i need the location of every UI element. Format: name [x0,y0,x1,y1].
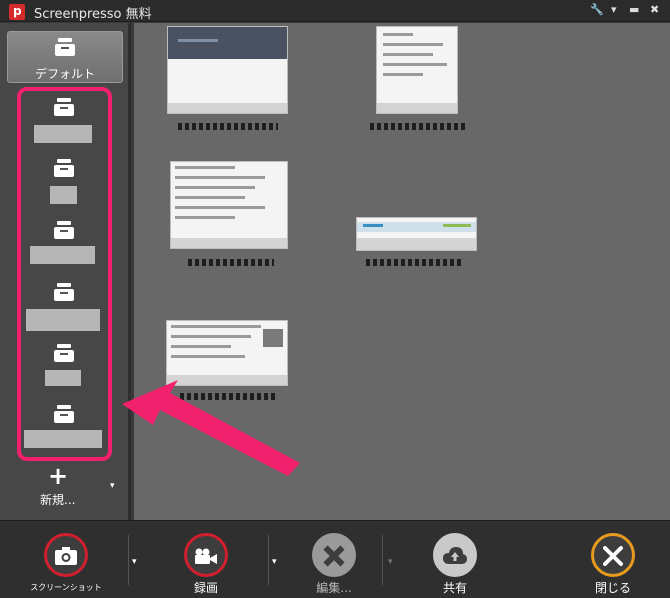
close-window-icon[interactable]: ✖ [650,3,659,17]
new-folder-plus-icon[interactable]: + [48,464,68,488]
thumbnail-caption [188,259,274,266]
thumbnail-caption [366,259,462,266]
thumbnail-image[interactable] [166,320,288,386]
screenshot-dropdown-icon[interactable]: ▾ [132,557,137,567]
camera-icon [26,531,106,581]
record-label: 録画 [193,581,218,595]
share-label: 共有 [442,581,467,595]
toolbar-divider [268,535,269,585]
thumbnail-area [134,23,670,520]
thumbnail-image[interactable] [170,161,288,249]
folder-sidebar: デフォルト + 新規... ▾ [0,23,131,520]
video-camera-icon [166,531,246,581]
thumbnail-image[interactable] [376,26,458,114]
new-folder-button[interactable]: 新規... [40,491,75,508]
window-title: Screenpresso 無料 [34,7,152,22]
record-button[interactable]: 録画 [166,531,246,595]
new-folder-dropdown-icon[interactable]: ▾ [110,481,115,491]
thumbnail-image[interactable] [167,26,288,114]
toolbar-divider [128,535,129,585]
record-dropdown-icon[interactable]: ▾ [272,557,277,567]
share-button[interactable]: 共有 [415,531,495,595]
thumbnail-caption [178,123,278,130]
minimize-icon[interactable]: ▬ [629,3,639,17]
screenpresso-logo-icon: p [9,4,25,20]
edit-dropdown-icon[interactable]: ▾ [388,557,393,567]
edit-button[interactable]: 編集... [294,531,374,595]
toolbar-divider [382,535,383,585]
highlight-box [17,87,112,461]
thumbnail-image[interactable] [356,217,477,251]
close-button[interactable]: 閉じる [573,531,653,595]
pencil-ruler-icon [294,531,374,581]
wrench-icon[interactable]: 🔧 [590,3,604,17]
cloud-upload-icon [415,531,495,581]
folder-default-label: デフォルト [34,67,95,81]
thumbnail-caption [180,393,276,400]
folder-icon [55,38,75,56]
title-bar: p Screenpresso 無料 🔧 ▾ ▬ ✖ [0,0,670,22]
bottom-toolbar: スクリーンショット ▾ 録画 ▾ 編集... ▾ 共有 閉じる [0,520,670,598]
screenshot-button[interactable]: スクリーンショット [26,531,106,595]
close-label: 閉じる [594,581,631,595]
close-x-icon [573,531,653,581]
thumbnail-caption [370,123,466,130]
screenshot-label: スクリーンショット [30,583,102,592]
menu-dropdown-icon[interactable]: ▾ [611,3,617,17]
edit-label: 編集... [316,581,352,595]
logo-letter: p [13,4,22,18]
folder-default[interactable]: デフォルト [7,31,123,83]
